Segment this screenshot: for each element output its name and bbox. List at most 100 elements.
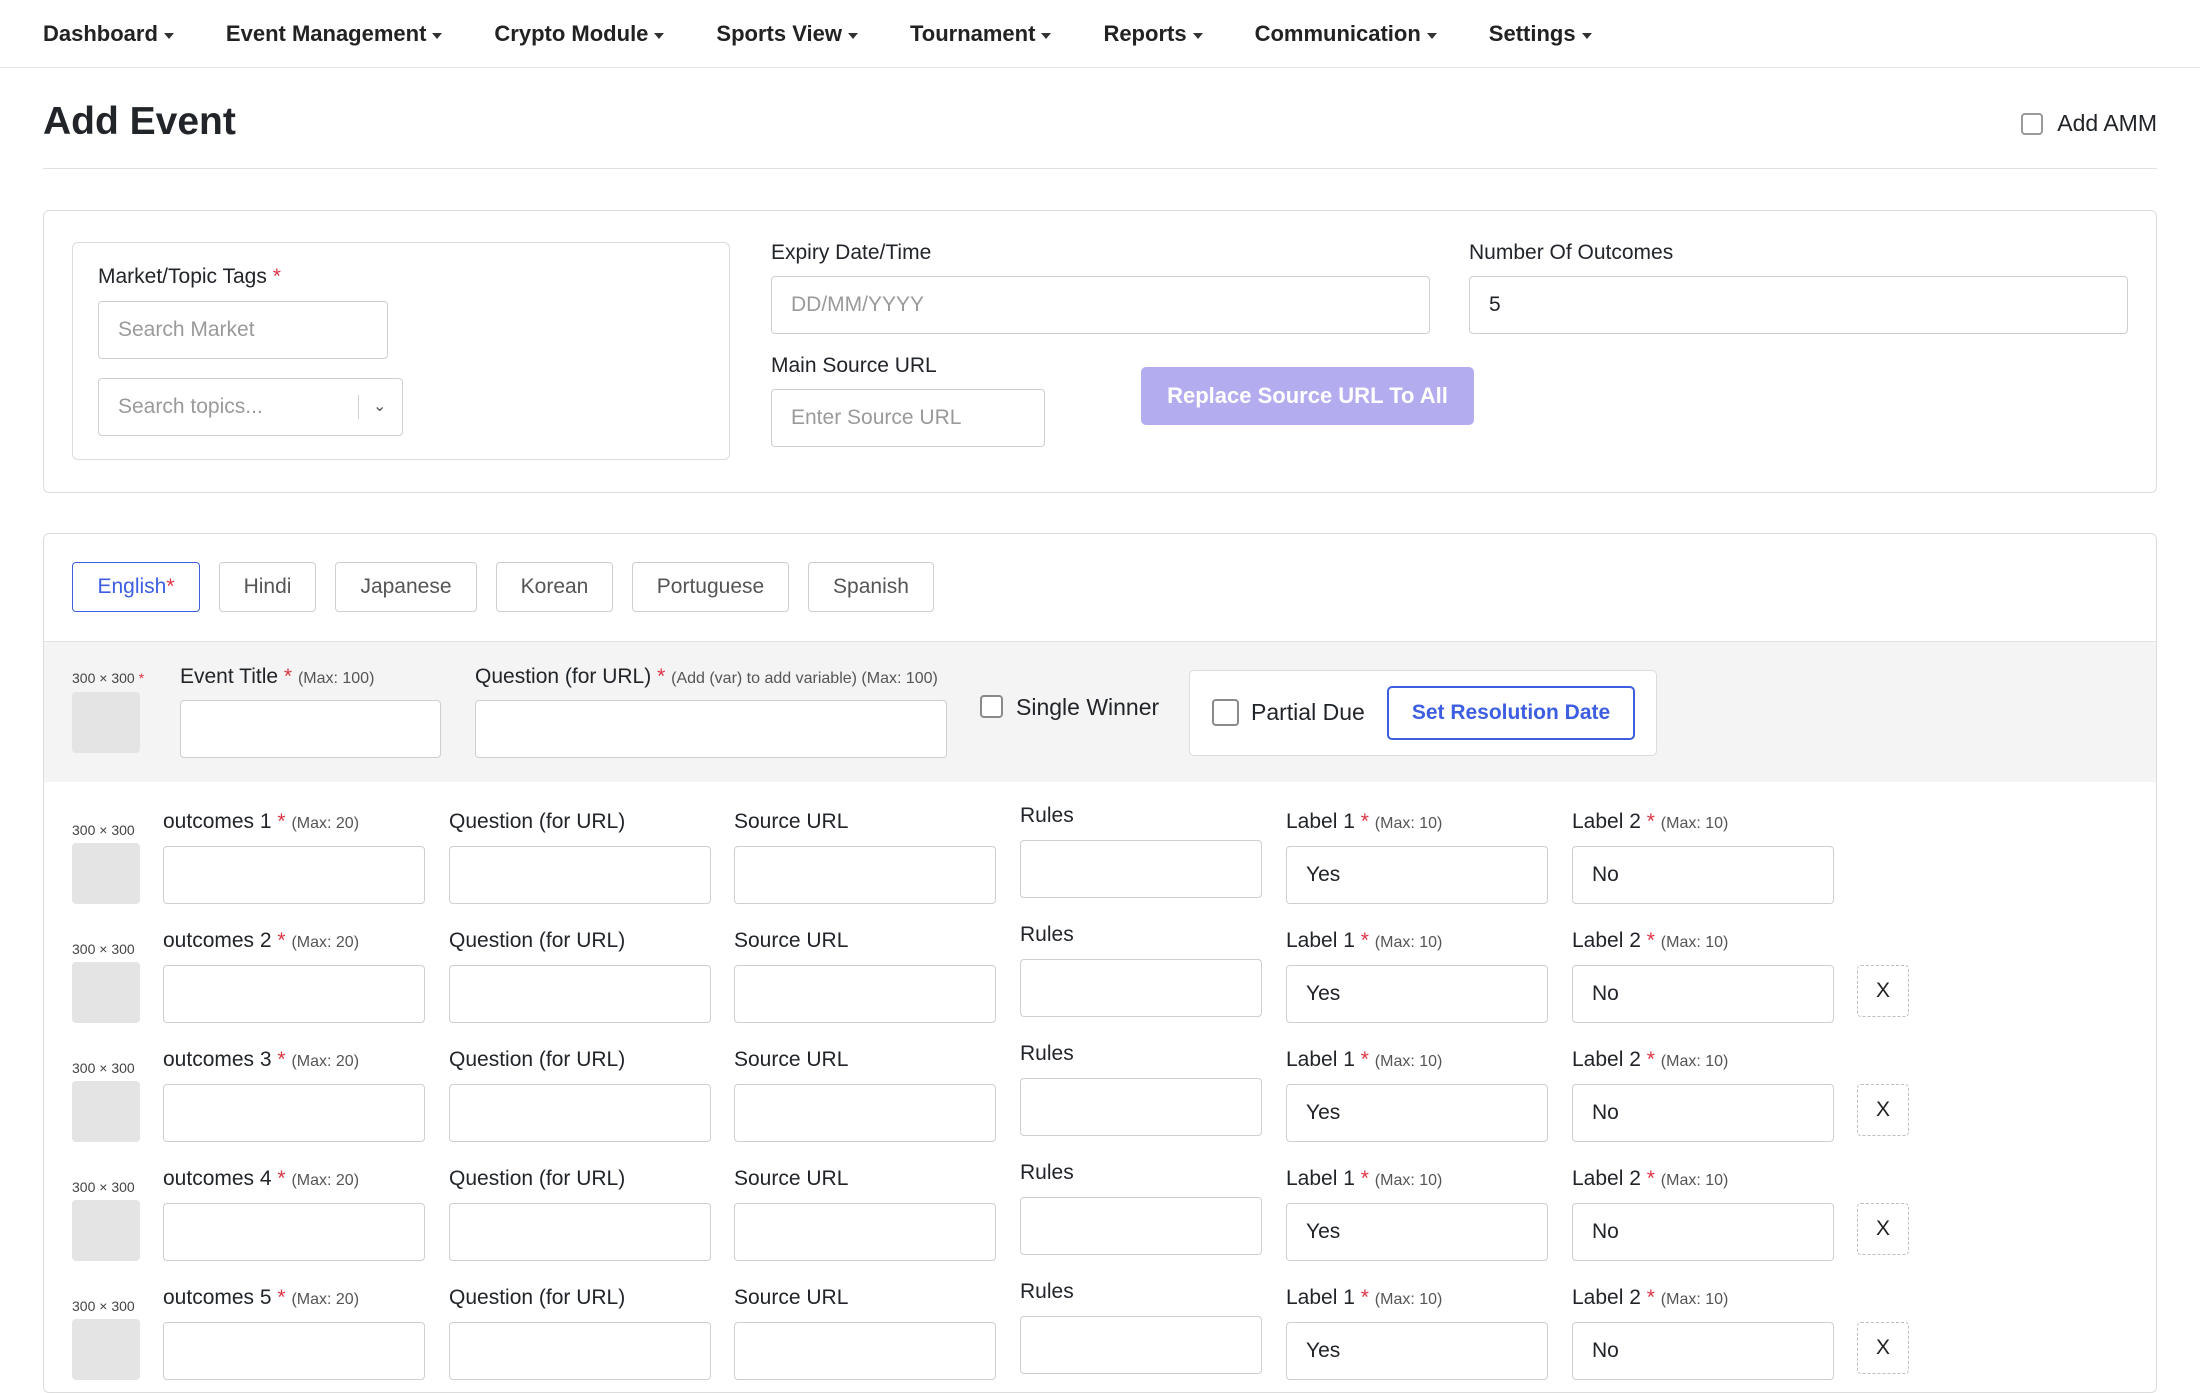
single-winner-checkbox[interactable]	[980, 695, 1003, 718]
event-title-input[interactable]	[180, 700, 441, 758]
outcome-name-input[interactable]	[163, 1322, 425, 1380]
label2-text: Label 2	[1572, 929, 1641, 952]
nav-sports-view[interactable]: Sports View	[716, 21, 858, 47]
outcome-source-input[interactable]	[734, 846, 996, 904]
nav-tournament[interactable]: Tournament	[910, 21, 1052, 47]
outcome-image-upload[interactable]	[72, 1319, 140, 1380]
remove-outcome-button[interactable]: X	[1857, 1203, 1909, 1255]
event-image-size-label: 300 × 300 *	[72, 670, 144, 686]
outcome-name-input[interactable]	[163, 846, 425, 904]
outcome-number: 2	[259, 929, 272, 952]
event-question-hint: (Add (var) to add variable) (Max: 100)	[671, 670, 938, 687]
outcome-prefix-text: outcomes	[163, 1167, 255, 1190]
outcome-rules-input[interactable]	[1020, 1197, 1262, 1255]
set-resolution-date-button[interactable]: Set Resolution Date	[1387, 686, 1635, 740]
nav-crypto-module-label: Crypto Module	[494, 20, 649, 46]
event-image-upload[interactable]	[72, 692, 140, 753]
nav-communication[interactable]: Communication	[1255, 21, 1437, 47]
outcome-label1-label: Label 1 * (Max: 10)	[1286, 1048, 1442, 1072]
remove-outcome-button[interactable]: X	[1857, 1084, 1909, 1136]
outcome-rules-label: Rules	[1020, 923, 1074, 946]
nav-reports-label: Reports	[1103, 20, 1187, 46]
outcome-label1-input[interactable]: Yes	[1286, 1322, 1548, 1380]
outcome-source-input[interactable]	[734, 965, 996, 1023]
outcome-label2-input[interactable]: No	[1572, 846, 1834, 904]
tab-english[interactable]: English *	[72, 562, 200, 612]
tab-japanese[interactable]: Japanese	[335, 562, 477, 612]
outcome-question-label: Question (for URL)	[449, 1048, 626, 1071]
outcome-question-input[interactable]	[449, 1084, 711, 1142]
caret-down-icon	[1581, 32, 1592, 39]
required-marker: *	[277, 1048, 286, 1071]
nav-settings-label: Settings	[1488, 20, 1576, 46]
outcome-hint: (Max: 20)	[291, 934, 360, 951]
outcome-name-input[interactable]	[163, 1203, 425, 1261]
outcome-question-label: Question (for URL)	[449, 810, 626, 833]
nav-dashboard[interactable]: Dashboard	[43, 21, 174, 47]
language-tabs: English * Hindi Japanese Korean Portugues…	[72, 562, 953, 612]
tab-portuguese[interactable]: Portuguese	[632, 562, 789, 612]
partial-due-checkbox[interactable]	[1212, 699, 1239, 726]
caret-down-icon	[1426, 32, 1437, 39]
outcome-rules-input[interactable]	[1020, 959, 1262, 1017]
label2-hint: (Max: 10)	[1660, 934, 1729, 951]
outcome-label1-input[interactable]: Yes	[1286, 1084, 1548, 1142]
search-market-input[interactable]: Search Market	[98, 301, 388, 359]
remove-outcome-button[interactable]: X	[1857, 1322, 1909, 1374]
nav-crypto-module[interactable]: Crypto Module	[494, 20, 665, 47]
required-marker: *	[138, 670, 145, 686]
outcome-label2-input[interactable]: No	[1572, 1322, 1834, 1380]
outcome-name-input[interactable]	[163, 965, 425, 1023]
outcome-question-input[interactable]	[449, 1203, 711, 1261]
add-amm-toggle[interactable]: Add AMM	[2021, 110, 2157, 137]
outcome-label1-input[interactable]: Yes	[1286, 1203, 1548, 1261]
tab-korean[interactable]: Korean	[496, 562, 613, 612]
main-source-input[interactable]: Enter Source URL	[771, 389, 1045, 447]
outcome-label2-label: Label 2 * (Max: 10)	[1572, 810, 1728, 834]
outcome-label2-label: Label 2 * (Max: 10)	[1572, 1167, 1728, 1191]
outcome-question-input[interactable]	[449, 965, 711, 1023]
outcomes-count-input[interactable]: 5	[1469, 276, 2128, 334]
nav-event-management[interactable]: Event Management	[226, 21, 443, 47]
chevron-down-icon[interactable]: ⌄	[373, 396, 386, 416]
required-marker: *	[1360, 1048, 1369, 1071]
outcome-source-input[interactable]	[734, 1203, 996, 1261]
outcome-source-label: Source URL	[734, 810, 849, 833]
outcome-image-upload[interactable]	[72, 962, 140, 1023]
add-amm-checkbox[interactable]	[2021, 112, 2044, 135]
outcome-image-upload[interactable]	[72, 843, 140, 904]
outcome-rules-input[interactable]	[1020, 1078, 1262, 1136]
outcome-rules-input[interactable]	[1020, 840, 1262, 898]
label1-hint: (Max: 10)	[1374, 815, 1443, 832]
event-question-input[interactable]	[475, 700, 947, 758]
replace-source-button[interactable]: Replace Source URL To All	[1141, 367, 1474, 425]
outcome-source-input[interactable]	[734, 1084, 996, 1142]
nav-settings[interactable]: Settings	[1489, 21, 1592, 47]
outcome-hint: (Max: 20)	[291, 1291, 360, 1308]
remove-outcome-button[interactable]: X	[1857, 965, 1909, 1017]
outcome-label2-input[interactable]: No	[1572, 1203, 1834, 1261]
outcome-image-upload[interactable]	[72, 1200, 140, 1261]
outcome-label2-input[interactable]: No	[1572, 1084, 1834, 1142]
outcome-name-input[interactable]	[163, 1084, 425, 1142]
caret-down-icon	[1041, 32, 1052, 39]
outcome-label2-input[interactable]: No	[1572, 965, 1834, 1023]
outcome-rules-label: Rules	[1020, 804, 1074, 827]
outcome-name-label: outcomes 3 * (Max: 20)	[163, 1048, 359, 1072]
nav-event-management-label: Event Management	[225, 20, 427, 46]
nav-reports[interactable]: Reports	[1103, 20, 1203, 47]
required-marker: *	[1360, 1167, 1369, 1190]
outcome-image-upload[interactable]	[72, 1081, 140, 1142]
outcome-rules-input[interactable]	[1020, 1316, 1262, 1374]
required-marker: *	[277, 1167, 286, 1190]
tab-spanish[interactable]: Spanish	[808, 562, 934, 612]
outcome-question-input[interactable]	[449, 846, 711, 904]
outcome-question-input[interactable]	[449, 1322, 711, 1380]
outcome-source-input[interactable]	[734, 1322, 996, 1380]
outcome-label1-input[interactable]: Yes	[1286, 965, 1548, 1023]
required-marker: *	[1646, 1048, 1655, 1071]
tab-hindi[interactable]: Hindi	[219, 562, 316, 612]
expiry-date-input[interactable]: DD/MM/YYYY	[771, 276, 1430, 334]
outcome-label1-input[interactable]: Yes	[1286, 846, 1548, 904]
label1-hint: (Max: 10)	[1374, 1172, 1443, 1189]
